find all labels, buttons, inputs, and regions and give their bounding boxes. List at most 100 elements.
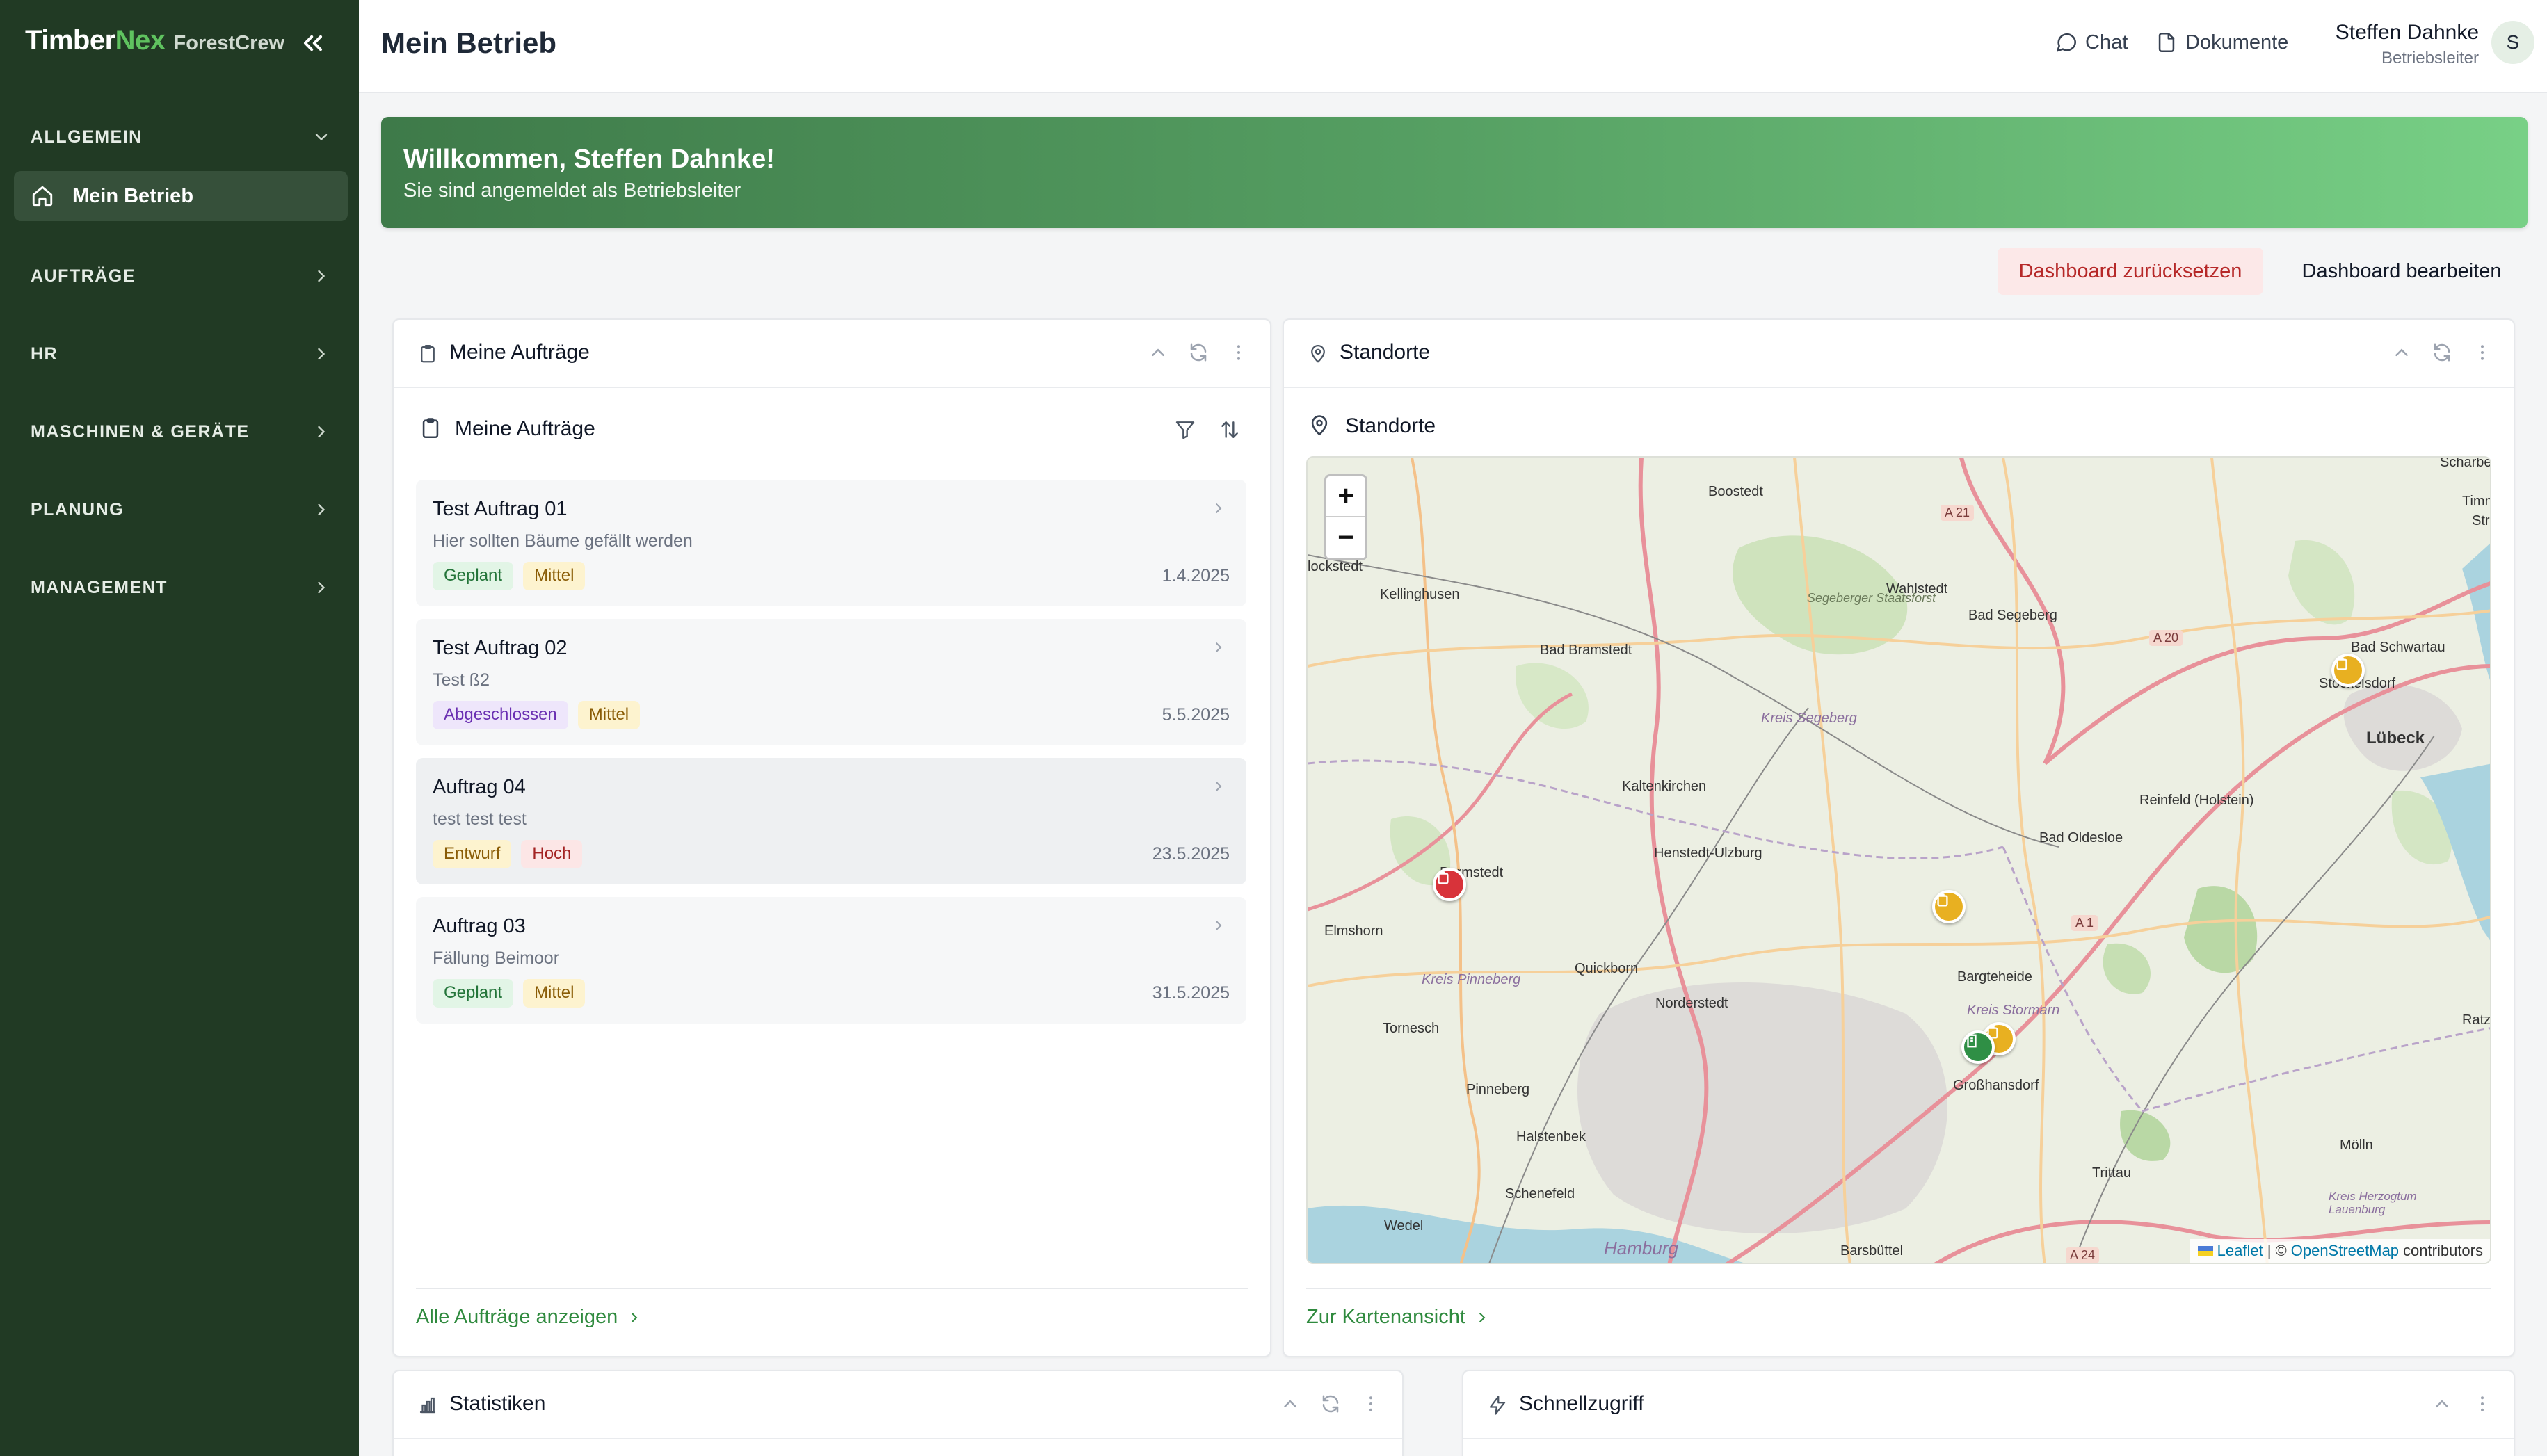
user-name: Steffen Dahnke — [2335, 21, 2479, 44]
filter-icon[interactable] — [1174, 419, 1196, 441]
avatar[interactable]: S — [2491, 21, 2534, 64]
map-label: lockstedt — [1308, 559, 1363, 574]
documents-button[interactable]: Dokumente — [2155, 31, 2288, 54]
welcome-heading: Willkommen, Steffen Dahnke! — [403, 145, 775, 174]
order-name: Auftrag 03 — [433, 915, 526, 937]
map-label: Bad Schwartau — [2351, 640, 2445, 655]
building-icon — [1967, 1034, 1977, 1048]
chevron-up-icon[interactable] — [2391, 342, 2412, 363]
map-pin-icon — [1311, 415, 1328, 436]
map-label: Schenefeld — [1505, 1186, 1575, 1202]
location-marker[interactable] — [1932, 890, 1966, 923]
sidebar-section-planung[interactable]: PLANUNG — [14, 485, 348, 534]
reset-dashboard-button[interactable]: Dashboard zurücksetzen — [1998, 248, 2263, 295]
status-badge: Geplant — [433, 562, 514, 590]
welcome-subtext: Sie sind angemeldet als Betriebsleiter — [403, 179, 741, 202]
osm-link[interactable]: OpenStreetMap — [2291, 1242, 2399, 1260]
more-vertical-icon[interactable] — [2472, 342, 2493, 363]
edit-dashboard-button[interactable]: Dashboard bearbeiten — [2276, 248, 2528, 295]
collapse-sidebar-icon[interactable] — [298, 28, 328, 58]
brand-name-part2: Nex — [115, 25, 166, 56]
refresh-icon[interactable] — [1320, 1393, 1341, 1414]
chevron-up-icon[interactable] — [1280, 1393, 1301, 1414]
map-label: Scharbe — [2440, 456, 2491, 470]
chevron-right-icon — [1479, 1312, 1486, 1322]
bar-chart-icon — [419, 1397, 436, 1414]
top-bar: Mein Betrieb Chat Dokumente Steffen Dahn… — [359, 0, 2547, 93]
more-vertical-icon[interactable] — [1228, 342, 1249, 363]
location-marker[interactable] — [1961, 1030, 1995, 1064]
chat-button[interactable]: Chat — [2055, 31, 2128, 54]
map-label: Bargteheide — [1957, 969, 2032, 985]
sidebar-section-allgemein[interactable]: ALLGEMEIN — [14, 113, 348, 161]
map-label: Elmshorn — [1324, 923, 1383, 939]
map-label: Str — [2472, 513, 2490, 528]
locations-map[interactable]: Boostedt Kellinghusen lockstedt Wahlsted… — [1306, 456, 2491, 1264]
road-label: A 21 — [1941, 505, 1975, 521]
clipboard-icon — [422, 418, 439, 439]
chevron-up-icon[interactable] — [1148, 342, 1168, 363]
page-title: Mein Betrieb — [381, 26, 557, 59]
sidebar-section-auftraege[interactable]: AUFTRÄGE — [14, 252, 348, 300]
order-date: 5.5.2025 — [1162, 705, 1230, 725]
order-card[interactable]: Test Auftrag 01 Hier sollten Bäume gefäl… — [416, 480, 1246, 606]
order-description: Hier sollten Bäume gefällt werden — [433, 531, 693, 551]
order-name: Test Auftrag 01 — [433, 498, 568, 520]
road-label: A 20 — [2149, 630, 2183, 646]
refresh-icon[interactable] — [1188, 342, 1209, 363]
chevron-right-icon — [1216, 503, 1222, 513]
home-icon — [32, 186, 53, 207]
location-marker[interactable] — [2331, 654, 2365, 687]
map-label: Quickborn — [1575, 961, 1639, 976]
orders-widget-header: Meine Aufträge — [394, 320, 1270, 388]
more-vertical-icon[interactable] — [1360, 1393, 1381, 1414]
chevron-right-icon — [318, 348, 326, 360]
order-card[interactable]: Auftrag 03 Fällung Beimoor Geplant Mitte… — [416, 897, 1246, 1024]
map-view-link[interactable]: Zur Kartenansicht — [1306, 1306, 1491, 1329]
brand-name-part1: Timber — [25, 25, 115, 56]
map-label: Timme — [2462, 494, 2490, 509]
sidebar-item-mein-betrieb[interactable]: Mein Betrieb — [14, 171, 348, 221]
zoom-in-button[interactable]: + — [1326, 476, 1365, 517]
locations-widget-title: Standorte — [1340, 341, 1431, 364]
map-label: Mölln — [2340, 1138, 2373, 1153]
map-label: Pinneberg — [1466, 1082, 1530, 1097]
map-label: Halstenbek — [1516, 1129, 1586, 1144]
chevron-up-icon[interactable] — [2432, 1393, 2452, 1414]
location-marker[interactable] — [1433, 868, 1466, 901]
sidebar-section-management[interactable]: MANAGEMENT — [14, 563, 348, 612]
brand-logo: TimberNex ForestCrew — [25, 25, 284, 63]
map-attribution: Leaflet | © OpenStreetMap contributors — [2189, 1239, 2490, 1263]
order-card[interactable]: Test Auftrag 02 Test ß2 Abgeschlossen Mi… — [416, 619, 1246, 745]
leaflet-link[interactable]: Leaflet — [2217, 1242, 2263, 1260]
map-label: Lübeck — [2366, 729, 2425, 747]
map-label: Tornesch — [1383, 1021, 1440, 1036]
leaflet-flag-icon — [2197, 1246, 2213, 1256]
documents-label: Dokumente — [2185, 31, 2289, 54]
brand-product: ForestCrew — [173, 32, 285, 54]
all-orders-link[interactable]: Alle Aufträge anzeigen — [416, 1306, 643, 1329]
zoom-out-button[interactable]: − — [1326, 517, 1365, 558]
status-badge: Geplant — [433, 979, 514, 1008]
divider — [1306, 1288, 2491, 1289]
refresh-icon[interactable] — [2432, 342, 2452, 363]
map-label: Boostedt — [1708, 484, 1763, 499]
attribution-suffix: contributors — [2403, 1242, 2483, 1259]
chevron-right-icon — [632, 1312, 638, 1322]
chevron-down-icon — [315, 134, 328, 141]
chat-label: Chat — [2085, 31, 2128, 54]
map-label: Reinfeld (Holstein) — [2139, 793, 2254, 808]
sort-icon[interactable] — [1219, 419, 1241, 441]
orders-widget-title: Meine Aufträge — [449, 341, 590, 364]
order-card[interactable]: Auftrag 04 test test test Entwurf Hoch 2… — [416, 758, 1246, 884]
order-description: Test ß2 — [433, 670, 490, 690]
all-orders-label: Alle Aufträge anzeigen — [416, 1306, 618, 1328]
more-vertical-icon[interactable] — [2472, 1393, 2493, 1414]
sidebar-section-maschinen[interactable]: MASCHINEN & GERÄTE — [14, 407, 348, 456]
divider — [416, 1288, 1248, 1289]
sidebar-section-hr[interactable]: HR — [14, 330, 348, 378]
order-date: 23.5.2025 — [1152, 844, 1230, 864]
chevron-right-icon — [318, 581, 326, 594]
lightning-icon — [1489, 1396, 1506, 1415]
map-label: Henstedt-Ulzburg — [1654, 846, 1762, 861]
